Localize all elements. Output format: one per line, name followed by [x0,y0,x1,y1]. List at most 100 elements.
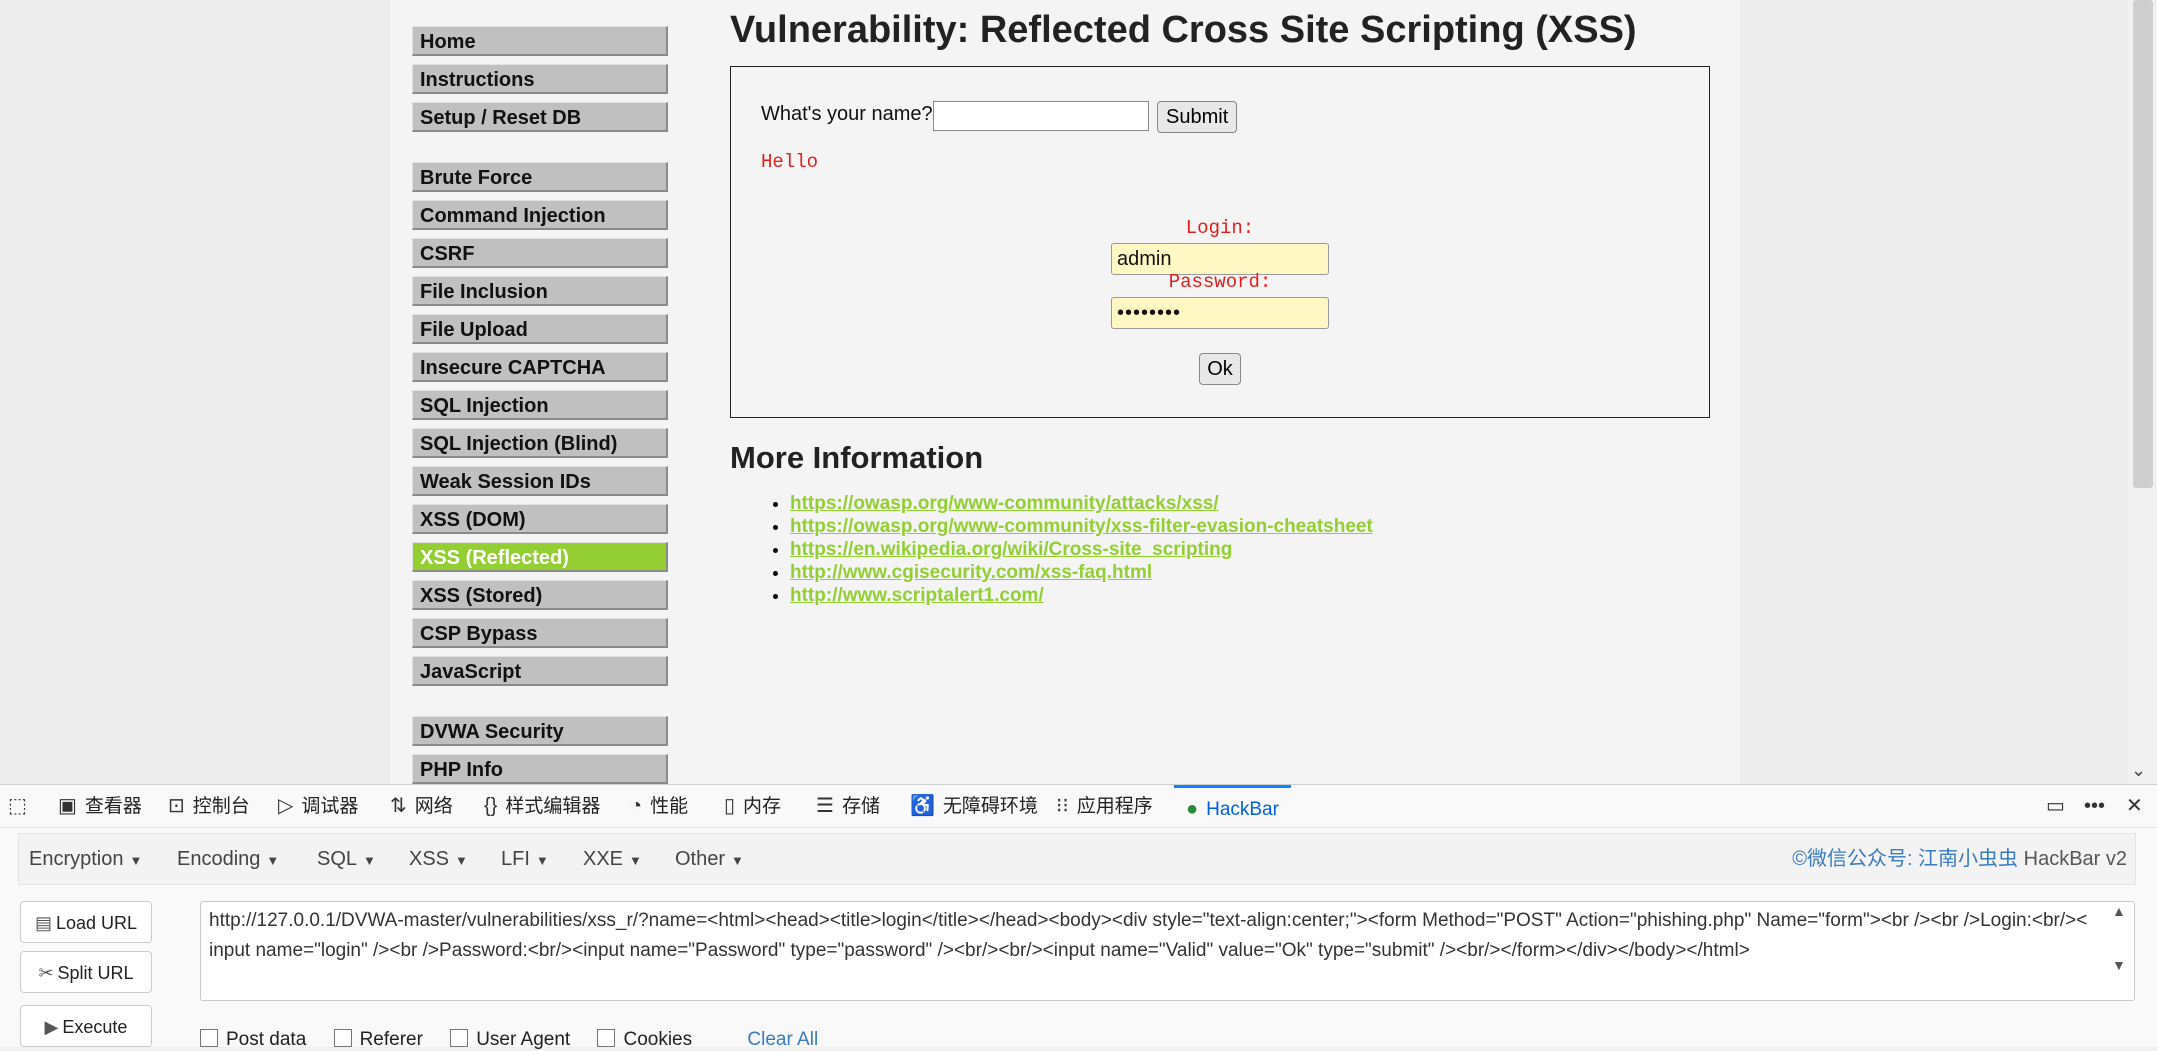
chevron-down-icon: ▼ [629,853,642,868]
split-url-button[interactable]: ✂ Split URL [20,951,152,993]
menu-item-brute-force[interactable]: Brute Force [412,162,668,192]
menu-item-instructions[interactable]: Instructions [412,64,668,94]
tab-memory[interactable]: ▯ 内存 [724,785,781,827]
name-label: What's your name? [761,103,933,125]
memory-icon: ▯ [724,795,736,817]
menu-xxe[interactable]: XXE ▼ [583,834,642,884]
cookies-checkbox[interactable]: Cookies [597,1029,692,1051]
password-input[interactable]: •••••••• [1111,297,1329,329]
chevron-down-icon: ▼ [731,853,744,868]
menu-item-file-upload[interactable]: File Upload [412,314,668,344]
menu-item-command-injection[interactable]: Command Injection [412,200,668,230]
menu-encryption[interactable]: Encryption ▼ [29,834,142,884]
element-picker-icon[interactable]: ⬚ [8,785,35,827]
menu-item-file-inclusion[interactable]: File Inclusion [412,276,668,306]
info-link-scriptalert[interactable]: http://www.scriptalert1.com/ [790,585,1044,606]
sidebar-menu: Home Instructions Setup / Reset DB Brute… [412,0,668,784]
menu-item-dvwa-security[interactable]: DVWA Security [412,716,668,746]
more-options-icon[interactable]: ••• [2084,785,2113,827]
close-icon[interactable]: ✕ [2126,785,2151,827]
menu-item-xss-dom[interactable]: XSS (DOM) [412,504,668,534]
password-label: Password: [1168,271,1272,293]
tab-accessibility[interactable]: ♿ 无障碍环境 [910,785,1038,827]
application-icon: ⁝⁝ [1056,795,1069,817]
tab-hackbar[interactable]: ● HackBar [1174,785,1291,827]
list-item: http://www.scriptalert1.com/ [790,584,1720,607]
page-scrollbar-thumb[interactable] [2133,0,2153,488]
load-url-button[interactable]: ▤ Load URL [20,901,152,943]
referer-checkbox[interactable]: Referer [333,1029,423,1051]
chevron-down-icon: ▼ [266,853,280,868]
info-link-cgisecurity[interactable]: http://www.cgisecurity.com/xss-faq.html [790,562,1152,583]
menu-item-insecure-captcha[interactable]: Insecure CAPTCHA [412,352,668,382]
tab-network[interactable]: ⇅ 网络 [390,785,453,827]
info-link-owasp-cheatsheet[interactable]: https://owasp.org/www-community/xss-filt… [790,516,1373,537]
menu-item-csrf[interactable]: CSRF [412,238,668,268]
load-icon: ▤ [34,913,52,933]
performance-icon: ◔ [630,795,643,817]
menu-item-csp-bypass[interactable]: CSP Bypass [412,618,668,648]
devtools-panel: ⬚ ▣ 查看器 ⊡ 控制台 ▷ 调试器 ⇅ 网络 {} 样式编辑器 ◔ 性能 ▯ 内存 ☰ 存储… [0,784,2157,1050]
menu-other[interactable]: Other ▼ [675,834,744,884]
tab-style-editor[interactable]: {} 样式编辑器 [484,785,600,827]
devtools-tabbar: ⬚ ▣ 查看器 ⊡ 控制台 ▷ 调试器 ⇅ 网络 {} 样式编辑器 ◔ 性能 ▯ 内存 ☰ 存储… [0,785,2157,828]
ok-button[interactable]: Ok [1199,353,1241,385]
menu-item-sql-injection[interactable]: SQL Injection [412,390,668,420]
tab-console[interactable]: ⊡ 控制台 [168,785,250,827]
info-link-owasp-xss[interactable]: https://owasp.org/www-community/attacks/… [790,493,1219,514]
menu-item-weak-session-ids[interactable]: Weak Session IDs [412,466,668,496]
execute-button[interactable]: ▶ Execute [20,1005,152,1047]
tab-storage[interactable]: ☰ 存储 [816,785,880,827]
vulnerable-code-area: What's your name? Submit Hello Login: ad… [730,66,1710,418]
menu-item-xss-stored[interactable]: XSS (Stored) [412,580,668,610]
menu-item-xss-reflected[interactable]: XSS (Reflected) [412,542,668,572]
list-item: https://owasp.org/www-community/attacks/… [790,492,1720,515]
url-textarea[interactable]: http://127.0.0.1/DVWA-master/vulnerabili… [200,901,2135,1001]
tab-performance[interactable]: ◔ 性能 [630,785,688,827]
chevron-up-icon[interactable]: ▲ [2112,903,2126,919]
main-content: Vulnerability: Reflected Cross Site Scri… [730,0,1720,607]
hackbar-credit: ©微信公众号: 江南小虫虫 HackBar v2 [1792,848,2127,870]
user-agent-checkbox[interactable]: User Agent [450,1029,570,1051]
list-item: https://en.wikipedia.org/wiki/Cross-site… [790,538,1720,561]
menu-item-sql-injection-blind[interactable]: SQL Injection (Blind) [412,428,668,458]
hello-output: Hello [761,151,819,173]
menu-item-setup[interactable]: Setup / Reset DB [412,102,668,132]
chevron-down-icon: ▼ [535,853,549,868]
tab-inspector[interactable]: ▣ 查看器 [58,785,142,827]
menu-group-settings: DVWA Security PHP Info [412,716,668,784]
network-icon: ⇅ [390,795,407,817]
more-information-heading: More Information [730,440,984,475]
accessibility-icon: ♿ [910,795,935,817]
inspector-icon: ▣ [58,795,77,817]
page-title: Vulnerability: Reflected Cross Site Scri… [730,9,1637,51]
menu-encoding[interactable]: Encoding ▼ [177,834,279,884]
menu-xss[interactable]: XSS ▼ [409,834,468,884]
clear-all-link[interactable]: Clear All [747,1029,818,1050]
hackbar-menubar: Encryption ▼ Encoding ▼ SQL ▼ XSS ▼ LFI ▼ XXE… [18,833,2136,885]
tab-debugger[interactable]: ▷ 调试器 [278,785,358,827]
menu-lfi[interactable]: LFI ▼ [501,834,549,884]
dock-icon[interactable]: ▭ [2046,785,2073,827]
checkbox-icon [200,1029,218,1047]
checkbox-icon [450,1029,469,1047]
chevron-down-icon: ▼ [129,853,143,868]
chevron-down-icon[interactable]: ▼ [2112,957,2126,973]
menu-group-vulnerabilities: Brute Force Command Injection CSRF File … [412,162,668,686]
list-item: https://owasp.org/www-community/xss-filt… [790,515,1720,538]
menu-item-javascript[interactable]: JavaScript [412,656,668,686]
menu-sql[interactable]: SQL ▼ [317,834,376,884]
chevron-down-icon: ▼ [363,853,376,868]
hackbar-options: Post data Referer User Agent Cookies Cle… [200,1029,818,1051]
info-links: https://owasp.org/www-community/attacks/… [730,492,1720,607]
tab-application[interactable]: ⁝⁝ 应用程序 [1056,785,1153,827]
info-link-wikipedia[interactable]: https://en.wikipedia.org/wiki/Cross-site… [790,539,1232,560]
menu-item-php-info[interactable]: PHP Info [412,754,668,784]
menu-item-home[interactable]: Home [412,26,668,56]
name-input[interactable] [933,101,1149,131]
scroll-down-arrow-icon[interactable]: ⌄ [2131,760,2146,781]
hackbar-icon: ● [1186,798,1199,820]
submit-button[interactable]: Submit [1157,101,1238,133]
login-label: Login: [1185,217,1255,239]
post-data-checkbox[interactable]: Post data [200,1029,306,1051]
